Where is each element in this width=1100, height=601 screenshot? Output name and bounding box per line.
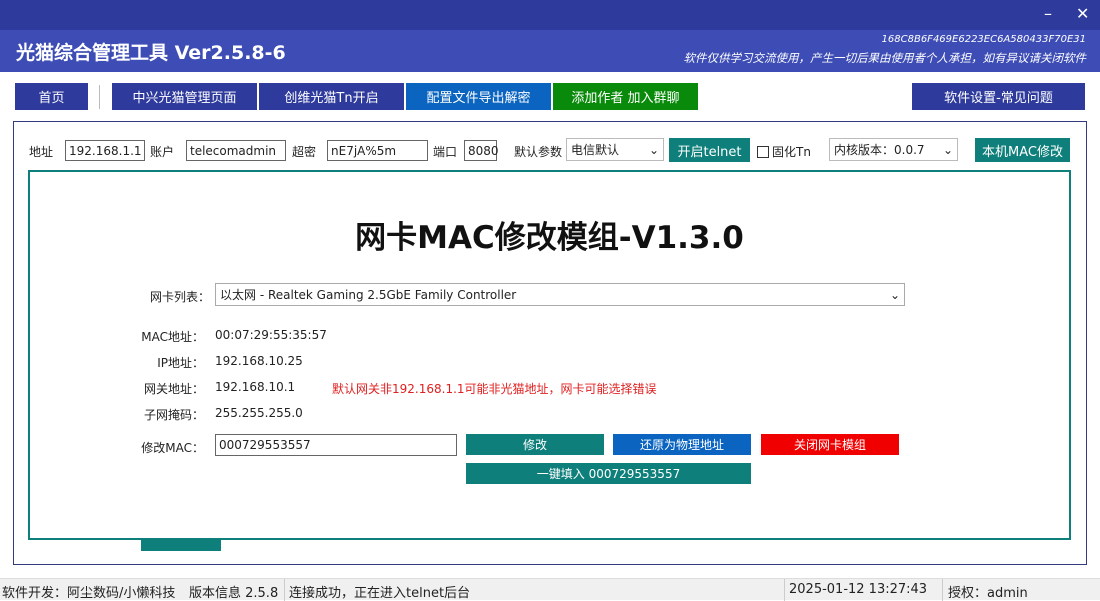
status-message: 连接成功，正在进入telnet后台 xyxy=(289,586,471,601)
status-version: 版本信息 2.5.8 xyxy=(189,586,279,601)
restore-button[interactable]: 还原为物理地址 xyxy=(613,434,751,455)
modify-mac-input[interactable]: 000729553557 xyxy=(215,434,457,456)
divider xyxy=(99,85,100,109)
port-input[interactable]: 8080 xyxy=(464,140,499,161)
machine-code: 168C8B6F469E6223EC6A580433F70E31 xyxy=(881,34,1086,45)
mac-label: MAC地址： xyxy=(141,330,204,344)
fill-button[interactable]: 一键填入 000729553557 xyxy=(466,463,751,484)
kernel-value: 内核版本：0.0.7 xyxy=(834,143,925,157)
minimize-button[interactable]: – xyxy=(1044,4,1052,23)
status-bar: 软件开发：阿尘数码/小懒科技 版本信息 2.5.8 连接成功，正在进入telne… xyxy=(0,578,1100,601)
kernel-select[interactable]: 内核版本：0.0.7 ⌄ xyxy=(829,138,958,161)
nav-config[interactable]: 配置文件导出解密 xyxy=(406,83,551,110)
gw-value: 192.168.10.1 xyxy=(215,380,296,394)
addr-label: 地址 xyxy=(29,145,54,159)
default-select[interactable]: 电信默认 ⌄ xyxy=(566,138,664,161)
nav-skyworth[interactable]: 创维光猫Tn开启 xyxy=(259,83,404,110)
nic-value: 以太网 - Realtek Gaming 2.5GbE Family Contr… xyxy=(220,288,517,302)
close-button[interactable]: ✕ xyxy=(1076,4,1089,23)
checkbox-icon xyxy=(757,145,769,158)
pwd-input[interactable]: nE7jA%5m xyxy=(327,140,428,161)
module-title: 网卡MAC修改模组-V1.3.0 xyxy=(355,220,744,256)
nav-zte[interactable]: 中兴光猫管理页面 xyxy=(112,83,257,110)
status-developer: 软件开发：阿尘数码/小懒科技 xyxy=(2,586,176,601)
telnet-button[interactable]: 开启telnet xyxy=(669,138,750,162)
chevron-down-icon: ⌄ xyxy=(889,287,900,302)
chevron-down-icon: ⌄ xyxy=(648,142,659,157)
nav-home[interactable]: 首页 xyxy=(15,83,88,110)
default-value: 电信默认 xyxy=(571,143,620,157)
nav-settings[interactable]: 软件设置-常见问题 xyxy=(912,83,1085,110)
modify-mac-label: 修改MAC： xyxy=(141,441,204,455)
pwd-label: 超密 xyxy=(292,145,317,159)
account-label: 账户 xyxy=(150,145,175,159)
close-module-button[interactable]: 关闭网卡模组 xyxy=(761,434,899,455)
disclaimer: 软件仅供学习交流使用，产生一切后果由使用者个人承担，如有异议请关闭软件 xyxy=(683,51,1087,65)
mask-value: 255.255.255.0 xyxy=(215,406,303,420)
divider xyxy=(784,579,785,601)
nic-select[interactable]: 以太网 - Realtek Gaming 2.5GbE Family Contr… xyxy=(215,283,905,306)
divider xyxy=(284,579,285,601)
divider xyxy=(942,579,943,601)
nic-label: 网卡列表： xyxy=(150,290,211,304)
nav-add-author[interactable]: 添加作者 加入群聊 xyxy=(553,83,698,110)
account-input[interactable]: telecomadmin xyxy=(186,140,286,161)
app-title: 光猫综合管理工具 Ver2.5.8-6 xyxy=(16,42,286,64)
mac-modify-button[interactable]: 本机MAC修改 xyxy=(975,138,1070,162)
status-auth: 授权：admin xyxy=(948,586,1028,601)
ip-label: IP地址： xyxy=(157,356,204,370)
port-label: 端口 xyxy=(433,145,458,159)
fix-tn-label: 固化Tn xyxy=(772,145,811,159)
mac-module-panel: 网卡MAC修改模组-V1.3.0 网卡列表： 以太网 - Realtek Gam… xyxy=(28,170,1071,540)
ip-value: 192.168.10.25 xyxy=(215,354,303,368)
title-bar: – ✕ xyxy=(0,0,1100,30)
modify-button[interactable]: 修改 xyxy=(466,434,604,455)
default-label: 默认参数 xyxy=(514,145,563,159)
status-time: 2025-01-12 13:27:43 xyxy=(789,582,928,597)
gw-label: 网关地址： xyxy=(143,382,204,396)
fix-tn-checkbox[interactable]: 固化Tn xyxy=(757,143,811,160)
header: 光猫综合管理工具 Ver2.5.8-6 168C8B6F469E6223EC6A… xyxy=(0,30,1100,72)
mask-label: 子网掩码： xyxy=(143,408,204,422)
mac-value: 00:07:29:55:35:57 xyxy=(215,328,327,342)
chevron-down-icon: ⌄ xyxy=(942,142,953,157)
addr-input[interactable]: 192.168.1.1 xyxy=(65,140,145,161)
gw-warning: 默认网关非192.168.1.1可能非光猫地址，网卡可能选择错误 xyxy=(332,382,657,396)
